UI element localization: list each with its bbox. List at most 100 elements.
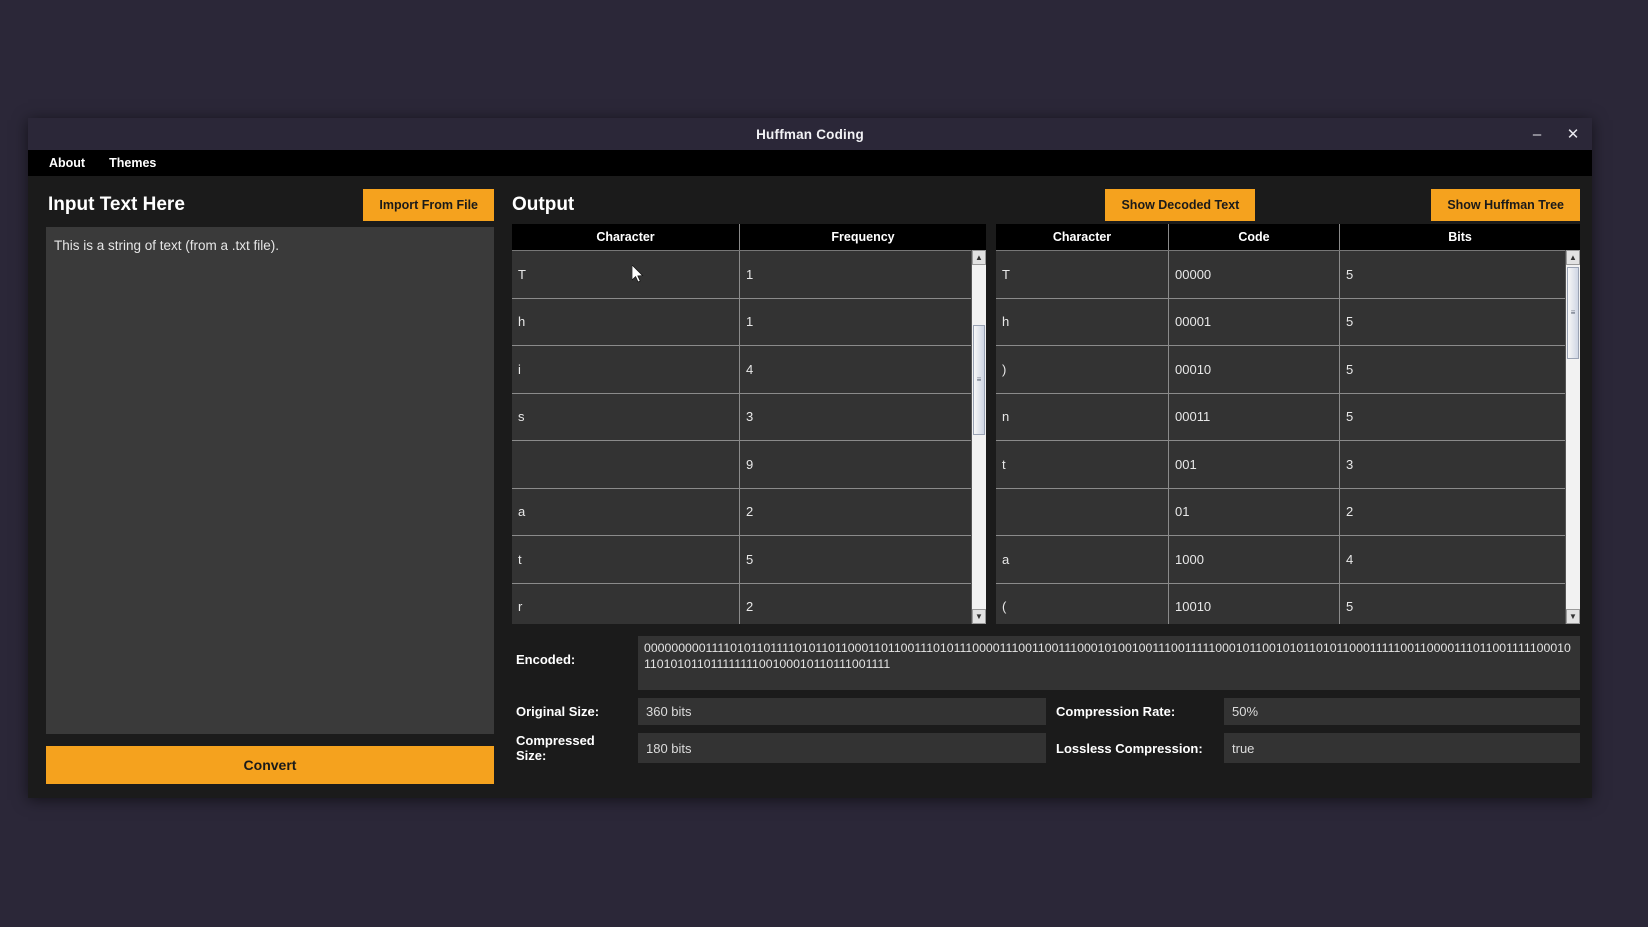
frequency-col-frequency: Frequency bbox=[831, 230, 895, 244]
table-row[interactable]: T1 bbox=[512, 251, 971, 299]
table-cell: 3 bbox=[1346, 456, 1354, 472]
table-cell: h bbox=[996, 298, 1169, 345]
codes-table-body: T 00000 5 h 00001 5) 00010 5 n 00011 5 t 001 3 01 2 a 100… bbox=[996, 250, 1565, 624]
menu-item-about[interactable]: About bbox=[40, 153, 94, 173]
table-cell: 10010 bbox=[1169, 583, 1340, 624]
table-cell: 2 bbox=[746, 599, 754, 615]
input-textarea[interactable] bbox=[46, 227, 494, 734]
table-cell: 5 bbox=[1346, 361, 1354, 377]
table-cell: 2 bbox=[746, 504, 754, 520]
show-decoded-text-button[interactable]: Show Decoded Text bbox=[1105, 189, 1256, 221]
original-size-label: Original Size: bbox=[516, 704, 600, 719]
table-cell: 00001 bbox=[1169, 298, 1340, 345]
import-from-file-button[interactable]: Import From File bbox=[363, 189, 494, 221]
table-row[interactable]: n 00011 5 bbox=[996, 393, 1565, 441]
table-cell: 00010 bbox=[1169, 346, 1340, 393]
table-cell: 00000 bbox=[1169, 251, 1340, 298]
scroll-down-icon[interactable]: ▼ bbox=[972, 609, 986, 624]
scroll-up-icon[interactable]: ▲ bbox=[1566, 250, 1580, 265]
table-cell: 4 bbox=[746, 361, 754, 377]
table-row[interactable]: (10010 5 bbox=[996, 583, 1565, 624]
menu-item-themes[interactable]: Themes bbox=[100, 153, 165, 173]
encoded-row: Encoded: 0000000001111010110111101011011… bbox=[512, 636, 1580, 690]
desktop-background: Huffman Coding ‒ ✕ About Themes Input Te… bbox=[0, 0, 1648, 927]
table-cell: 1 bbox=[746, 266, 754, 282]
table-cell: t bbox=[996, 441, 1169, 488]
output-panel-header: Output Show Decoded Text Show Huffman Tr… bbox=[512, 186, 1580, 224]
lossless-label: Lossless Compression: bbox=[1056, 740, 1203, 756]
table-cell: n bbox=[996, 393, 1169, 440]
convert-button[interactable]: Convert bbox=[46, 746, 494, 784]
minimize-icon[interactable]: ‒ bbox=[1526, 123, 1548, 145]
table-row[interactable]: a 1000 4 bbox=[996, 536, 1565, 584]
input-panel: Input Text Here Import From File Convert bbox=[40, 186, 506, 784]
menu-bar: About Themes bbox=[28, 150, 1592, 176]
input-panel-title: Input Text Here bbox=[48, 194, 185, 215]
scroll-track[interactable]: ≡ bbox=[972, 265, 986, 609]
table-row[interactable]: T 00000 5 bbox=[996, 251, 1565, 299]
table-cell: r bbox=[512, 583, 740, 624]
table-cell: 1000 bbox=[1169, 536, 1340, 583]
output-panel-title: Output bbox=[512, 194, 575, 215]
codes-table-body-wrap: T 00000 5 h 00001 5) 00010 5 n 00011 5 t 001 3 01 2 a 100… bbox=[996, 250, 1580, 624]
table-row[interactable]: t 001 3 bbox=[996, 441, 1565, 489]
table-cell: a bbox=[996, 536, 1169, 583]
table-row[interactable]: 9 bbox=[512, 441, 971, 489]
original-size-value: 360 bits bbox=[638, 698, 1046, 725]
window-title: Huffman Coding bbox=[756, 126, 864, 142]
scroll-thumb[interactable]: ≡ bbox=[973, 325, 985, 435]
title-bar: Huffman Coding ‒ ✕ bbox=[28, 118, 1592, 150]
scroll-grip-icon: ≡ bbox=[976, 375, 982, 384]
table-row[interactable]: a2 bbox=[512, 488, 971, 536]
frequency-table-header: Character Frequency bbox=[512, 224, 986, 250]
table-row[interactable]: t5 bbox=[512, 536, 971, 584]
table-cell: h bbox=[512, 298, 740, 345]
scroll-thumb[interactable]: ≡ bbox=[1567, 267, 1579, 359]
compressed-size-field: Compressed Size: 180 bits bbox=[512, 733, 1046, 763]
compression-rate-field: Compression Rate: 50% bbox=[1046, 698, 1580, 725]
size-row-2: Compressed Size: 180 bits Lossless Compr… bbox=[512, 733, 1580, 763]
lossless-field: Lossless Compression: true bbox=[1046, 733, 1580, 763]
table-cell: 5 bbox=[1346, 409, 1354, 425]
application-window: Huffman Coding ‒ ✕ About Themes Input Te… bbox=[28, 118, 1592, 798]
table-cell: 5 bbox=[1346, 314, 1354, 330]
compressed-size-label: Compressed Size: bbox=[516, 733, 595, 763]
table-cell: 9 bbox=[746, 456, 754, 472]
table-row[interactable]: 01 2 bbox=[996, 488, 1565, 536]
compression-rate-value: 50% bbox=[1224, 698, 1580, 725]
table-row[interactable]: r2 bbox=[512, 583, 971, 624]
frequency-table-scrollbar[interactable]: ▲ ≡ ▼ bbox=[971, 250, 986, 624]
table-cell: T bbox=[996, 251, 1169, 298]
window-controls: ‒ ✕ bbox=[1526, 118, 1584, 150]
table-cell: s bbox=[512, 393, 740, 440]
codes-col-bits: Bits bbox=[1448, 230, 1472, 244]
table-cell: t bbox=[512, 536, 740, 583]
frequency-table-body: T1h1i4s39a2t5r2 bbox=[512, 250, 971, 624]
window-body: Input Text Here Import From File Convert… bbox=[28, 176, 1592, 798]
table-cell: 01 bbox=[1169, 488, 1340, 535]
table-row[interactable]: h1 bbox=[512, 298, 971, 346]
table-cell: 3 bbox=[746, 409, 754, 425]
table-cell: T bbox=[512, 251, 740, 298]
table-cell bbox=[512, 441, 740, 488]
table-row[interactable]: s3 bbox=[512, 393, 971, 441]
stats-footer: Encoded: 0000000001111010110111101011011… bbox=[512, 636, 1580, 763]
frequency-table: Character Frequency T1h1i4s39a2t5r2 ▲ ≡ bbox=[512, 224, 986, 624]
table-row[interactable]: ) 00010 5 bbox=[996, 346, 1565, 394]
encoded-label: Encoded: bbox=[516, 652, 576, 667]
scroll-up-icon[interactable]: ▲ bbox=[972, 250, 986, 265]
table-cell: a bbox=[512, 488, 740, 535]
table-row[interactable]: h 00001 5 bbox=[996, 298, 1565, 346]
table-row[interactable]: i4 bbox=[512, 346, 971, 394]
table-cell: 4 bbox=[1346, 551, 1354, 567]
table-cell: i bbox=[512, 346, 740, 393]
scroll-track[interactable]: ≡ bbox=[1566, 265, 1580, 609]
codes-table-scrollbar[interactable]: ▲ ≡ ▼ bbox=[1565, 250, 1580, 624]
scroll-down-icon[interactable]: ▼ bbox=[1566, 609, 1580, 624]
table-cell: 2 bbox=[1346, 504, 1354, 520]
close-icon[interactable]: ✕ bbox=[1562, 123, 1584, 145]
table-cell: 001 bbox=[1169, 441, 1340, 488]
frequency-table-body-wrap: T1h1i4s39a2t5r2 ▲ ≡ ▼ bbox=[512, 250, 986, 624]
show-huffman-tree-button[interactable]: Show Huffman Tree bbox=[1431, 189, 1580, 221]
table-cell: ( bbox=[996, 583, 1169, 624]
